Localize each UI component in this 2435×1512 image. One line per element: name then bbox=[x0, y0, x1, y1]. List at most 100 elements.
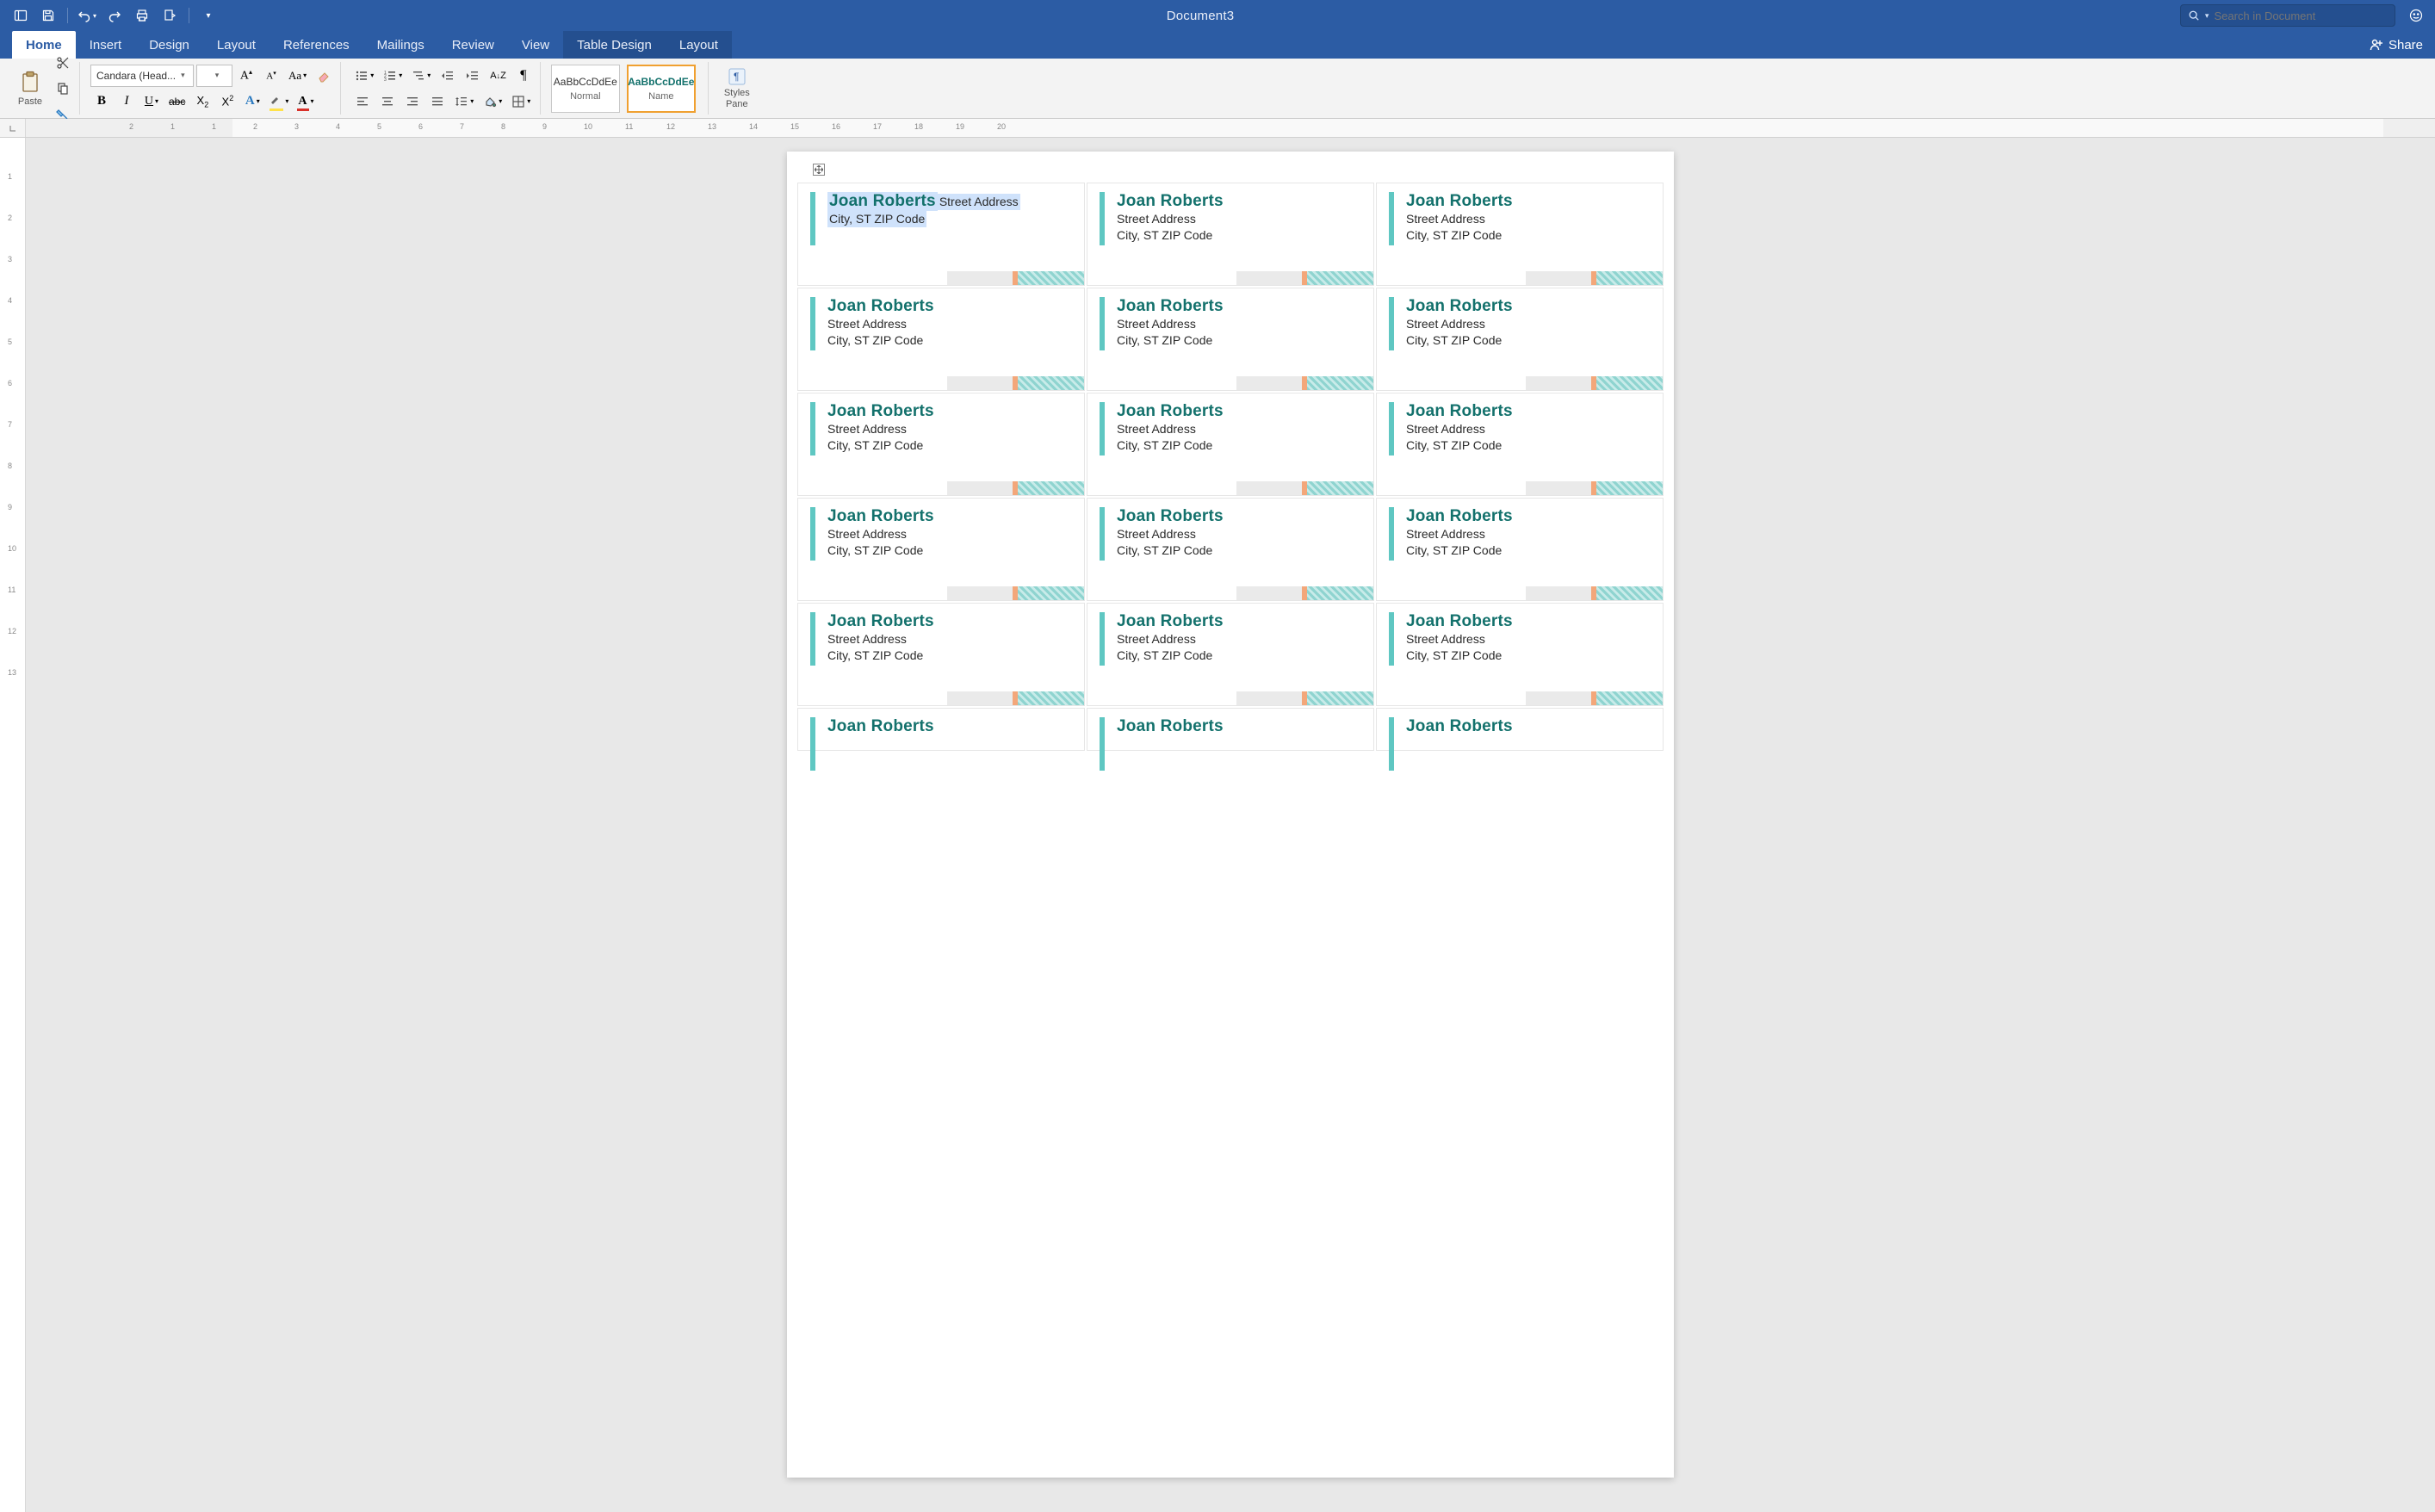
grow-font-button[interactable]: A▴ bbox=[235, 65, 257, 87]
search-field-wrap[interactable]: ▾ bbox=[2180, 4, 2395, 27]
share-button[interactable]: Share bbox=[2358, 31, 2435, 59]
align-left-button[interactable] bbox=[351, 90, 374, 113]
increase-indent-button[interactable] bbox=[462, 65, 484, 87]
address-label-cell[interactable]: Joan RobertsStreet AddressCity, ST ZIP C… bbox=[1087, 393, 1374, 496]
label-name[interactable]: Joan Roberts bbox=[827, 192, 938, 211]
cut-button[interactable] bbox=[52, 52, 74, 74]
address-label-cell[interactable]: Joan RobertsStreet AddressCity, ST ZIP C… bbox=[1376, 288, 1664, 391]
tab-mailings[interactable]: Mailings bbox=[363, 31, 438, 59]
decrease-indent-button[interactable] bbox=[437, 65, 459, 87]
label-city[interactable]: City, ST ZIP Code bbox=[1117, 542, 1224, 559]
underline-button[interactable]: U▾ bbox=[140, 90, 163, 113]
label-name[interactable]: Joan Roberts bbox=[1406, 612, 1513, 631]
address-label-cell[interactable]: Joan Roberts bbox=[797, 708, 1085, 751]
label-city[interactable]: City, ST ZIP Code bbox=[827, 332, 934, 349]
label-name[interactable]: Joan Roberts bbox=[1406, 297, 1513, 316]
borders-button[interactable]: ▾ bbox=[508, 90, 534, 113]
label-name[interactable]: Joan Roberts bbox=[827, 612, 934, 631]
bullets-button[interactable]: ▾ bbox=[351, 65, 377, 87]
clear-formatting-button[interactable] bbox=[313, 65, 335, 87]
label-city[interactable]: City, ST ZIP Code bbox=[1406, 437, 1513, 454]
address-label-cell[interactable]: Joan Roberts bbox=[1087, 708, 1374, 751]
address-label-cell[interactable]: Joan RobertsStreet AddressCity, ST ZIP C… bbox=[1376, 393, 1664, 496]
label-street[interactable]: Street Address bbox=[1117, 631, 1224, 648]
font-size-select[interactable]: ▾ bbox=[196, 65, 232, 87]
sort-button[interactable]: A↓Z bbox=[486, 65, 510, 87]
label-name[interactable]: Joan Roberts bbox=[1117, 297, 1224, 316]
search-input[interactable] bbox=[2214, 9, 2388, 22]
label-name[interactable]: Joan Roberts bbox=[1117, 402, 1224, 421]
label-name[interactable]: Joan Roberts bbox=[1117, 717, 1224, 736]
label-city[interactable]: City, ST ZIP Code bbox=[827, 437, 934, 454]
address-label-cell[interactable]: Joan RobertsStreet AddressCity, ST ZIP C… bbox=[1087, 183, 1374, 286]
label-street[interactable]: Street Address bbox=[827, 526, 934, 542]
label-city[interactable]: City, ST ZIP Code bbox=[1406, 227, 1513, 244]
label-street[interactable]: Street Address bbox=[827, 316, 934, 332]
label-name[interactable]: Joan Roberts bbox=[827, 717, 934, 736]
label-name[interactable]: Joan Roberts bbox=[1406, 192, 1513, 211]
address-label-cell[interactable]: Joan RobertsStreet AddressCity, ST ZIP C… bbox=[797, 288, 1085, 391]
shrink-font-button[interactable]: A▾ bbox=[260, 65, 282, 87]
address-label-cell[interactable]: Joan Roberts bbox=[1376, 708, 1664, 751]
label-city[interactable]: City, ST ZIP Code bbox=[1406, 332, 1513, 349]
address-label-cell[interactable]: Joan RobertsStreet AddressCity, ST ZIP C… bbox=[797, 498, 1085, 601]
customize-qat-button[interactable]: ▾ bbox=[196, 3, 220, 28]
label-city[interactable]: City, ST ZIP Code bbox=[1406, 648, 1513, 664]
numbering-button[interactable]: 123▾ bbox=[380, 65, 406, 87]
address-label-cell[interactable]: Joan RobertsStreet AddressCity, ST ZIP C… bbox=[797, 603, 1085, 706]
table-move-handle[interactable] bbox=[813, 164, 825, 176]
italic-button[interactable]: I bbox=[115, 90, 138, 113]
label-city[interactable]: City, ST ZIP Code bbox=[1117, 227, 1224, 244]
tab-selector[interactable] bbox=[0, 119, 26, 137]
address-label-cell[interactable]: Joan RobertsStreet AddressCity, ST ZIP C… bbox=[1376, 498, 1664, 601]
label-street[interactable]: Street Address bbox=[1117, 526, 1224, 542]
label-city[interactable]: City, ST ZIP Code bbox=[1117, 648, 1224, 664]
address-label-cell[interactable]: Joan RobertsStreet AddressCity, ST ZIP C… bbox=[1376, 603, 1664, 706]
label-city[interactable]: City, ST ZIP Code bbox=[1117, 437, 1224, 454]
line-spacing-button[interactable]: ▾ bbox=[451, 90, 477, 113]
tab-review[interactable]: Review bbox=[438, 31, 508, 59]
highlight-button[interactable]: ▾ bbox=[266, 90, 292, 113]
strikethrough-button[interactable]: abc bbox=[165, 90, 189, 113]
label-street[interactable]: Street Address bbox=[1406, 316, 1513, 332]
address-label-cell[interactable]: Joan RobertsStreet AddressCity, ST ZIP C… bbox=[1087, 498, 1374, 601]
shading-button[interactable]: ▾ bbox=[480, 90, 505, 113]
address-label-cell[interactable]: Joan RobertsStreet AddressCity, ST ZIP C… bbox=[1087, 288, 1374, 391]
label-city[interactable]: City, ST ZIP Code bbox=[827, 648, 934, 664]
tab-view[interactable]: View bbox=[508, 31, 563, 59]
address-label-cell[interactable]: Joan RobertsStreet AddressCity, ST ZIP C… bbox=[1376, 183, 1664, 286]
label-name[interactable]: Joan Roberts bbox=[1406, 717, 1513, 736]
label-street[interactable]: Street Address bbox=[1406, 211, 1513, 227]
label-city[interactable]: City, ST ZIP Code bbox=[827, 542, 934, 559]
text-effects-button[interactable]: A▾ bbox=[241, 90, 263, 113]
label-name[interactable]: Joan Roberts bbox=[1117, 612, 1224, 631]
tab-layout[interactable]: Layout bbox=[203, 31, 270, 59]
label-street[interactable]: Street Address bbox=[1406, 631, 1513, 648]
tab-insert[interactable]: Insert bbox=[76, 31, 136, 59]
font-color-button[interactable]: A▾ bbox=[294, 90, 317, 113]
print-button[interactable] bbox=[130, 3, 154, 28]
label-city[interactable]: City, ST ZIP Code bbox=[827, 211, 926, 227]
label-street[interactable]: Street Address bbox=[1406, 421, 1513, 437]
label-street[interactable]: Street Address bbox=[1117, 211, 1224, 227]
address-label-cell[interactable]: Joan RobertsStreet AddressCity, ST ZIP C… bbox=[797, 393, 1085, 496]
label-city[interactable]: City, ST ZIP Code bbox=[1117, 332, 1224, 349]
label-name[interactable]: Joan Roberts bbox=[827, 297, 934, 316]
label-street[interactable]: Street Address bbox=[827, 631, 934, 648]
tab-table-layout[interactable]: Layout bbox=[666, 31, 732, 59]
tab-references[interactable]: References bbox=[270, 31, 363, 59]
account-button[interactable] bbox=[2406, 5, 2426, 26]
show-marks-button[interactable]: ¶ bbox=[512, 65, 535, 87]
label-name[interactable]: Joan Roberts bbox=[1117, 507, 1224, 526]
sidebar-toggle-button[interactable] bbox=[9, 3, 33, 28]
ruler-vertical[interactable]: 12345678910111213 bbox=[0, 138, 26, 1512]
label-name[interactable]: Joan Roberts bbox=[1117, 192, 1224, 211]
styles-pane-button[interactable]: ¶ Styles Pane bbox=[719, 62, 755, 115]
document-scroll-area[interactable]: Joan RobertsStreet AddressCity, ST ZIP C… bbox=[26, 138, 2435, 1512]
style-name-tile[interactable]: AaBbCcDdEe Name bbox=[627, 65, 696, 113]
label-street[interactable]: Street Address bbox=[827, 421, 934, 437]
ruler-horizontal[interactable]: 211234567891011121314151617181920 bbox=[0, 119, 2435, 138]
label-name[interactable]: Joan Roberts bbox=[1406, 402, 1513, 421]
subscript-button[interactable]: X2 bbox=[191, 90, 214, 113]
superscript-button[interactable]: X2 bbox=[216, 90, 239, 113]
